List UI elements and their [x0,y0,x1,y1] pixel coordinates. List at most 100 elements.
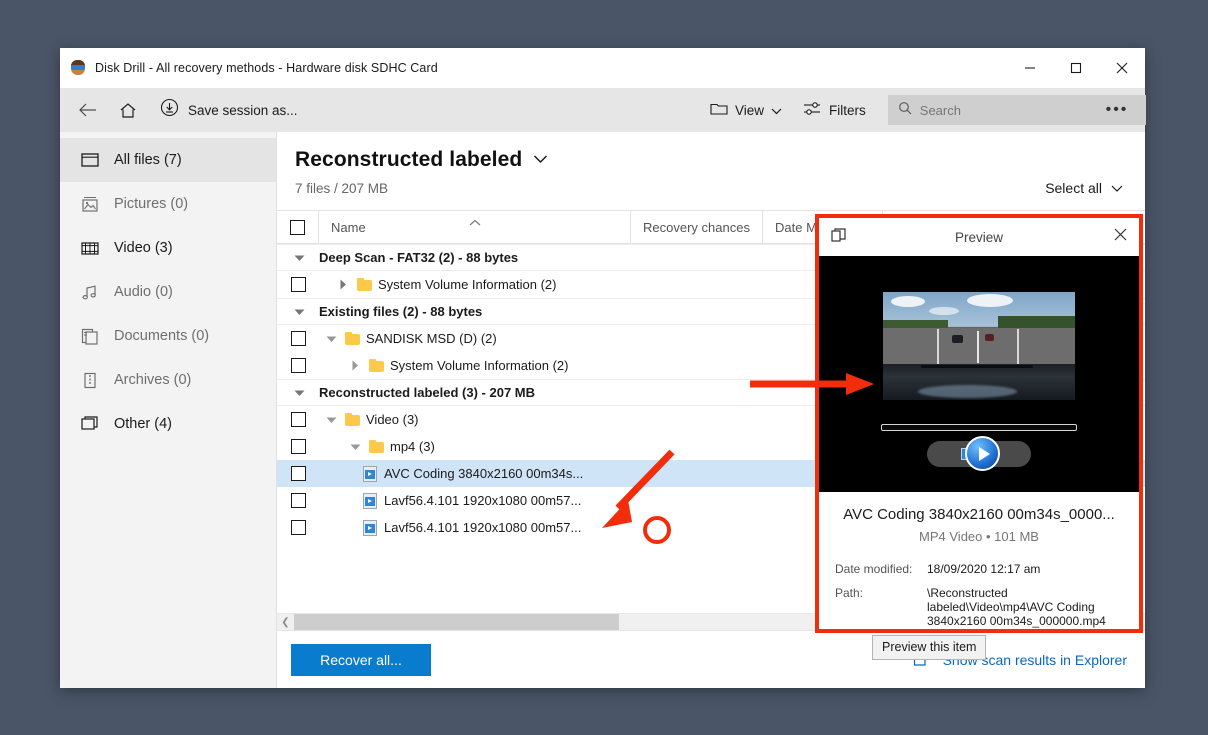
sort-ascending-icon [468,215,482,230]
folder-icon [710,101,728,119]
select-all-label: Select all [1045,180,1102,196]
view-button[interactable]: View [700,92,792,128]
more-options-button[interactable]: ••• [1099,95,1135,125]
metadata-value: \Reconstructed labeled\Video\mp4\AVC Cod… [927,586,1123,628]
sidebar-item-audio[interactable]: Audio (0) [60,270,276,314]
video-seek-bar[interactable] [881,424,1077,431]
home-icon[interactable] [108,92,148,128]
row-checkbox[interactable] [277,412,319,427]
search-placeholder: Search [920,103,961,118]
scrollbar-thumb[interactable] [294,614,619,631]
sidebar-item-label: All files (7) [114,152,182,168]
row-checkbox[interactable] [277,331,319,346]
row-label: AVC Coding 3840x2160 00m34s... [384,466,583,481]
column-header-recovery-chances[interactable]: Recovery chances [631,211,763,243]
twisty-down-icon[interactable] [323,335,339,343]
maximize-button[interactable] [1053,48,1099,88]
twisty-down-icon[interactable] [323,416,339,424]
view-title-row[interactable]: Reconstructed labeled [295,148,1127,172]
row-checkbox[interactable] [277,493,319,508]
row-label: System Volume Information (2) [390,358,568,373]
other-files-icon [80,414,100,434]
preview-title: Preview [819,230,1139,245]
save-session-button[interactable]: Save session as... [152,92,306,128]
music-note-icon [80,282,100,302]
column-header-name[interactable]: Name [319,211,631,243]
preview-filename: AVC Coding 3840x2160 00m34s_0000... [835,506,1123,523]
title-bar: Disk Drill - All recovery methods - Hard… [60,48,1145,88]
row-label: Video (3) [366,412,419,427]
row-label: Lavf56.4.101 1920x1080 00m57... [384,520,581,535]
all-files-icon [80,150,100,170]
twisty-down-icon[interactable] [291,254,307,262]
sidebar-item-label: Pictures (0) [114,196,188,212]
metadata-value: 18/09/2020 12:17 am [927,562,1123,576]
folder-icon [345,332,360,345]
header-select-all-checkbox[interactable] [277,211,319,243]
content-header: Reconstructed labeled 7 files / 207 MB [277,132,1145,196]
picture-icon [80,194,100,214]
preview-file-type-size: MP4 Video • 101 MB [835,529,1123,544]
video-frame-thumbnail [883,292,1075,400]
sidebar-item-label: Archives (0) [114,372,191,388]
minimize-button[interactable] [1007,48,1053,88]
metadata-row-date-modified: Date modified: 18/09/2020 12:17 am [835,562,1123,576]
disk-drill-logo-icon [70,60,86,76]
twisty-down-icon[interactable] [291,389,307,397]
sidebar-item-archives[interactable]: Archives (0) [60,358,276,402]
chevron-down-icon[interactable] [533,151,548,169]
sidebar-item-other[interactable]: Other (4) [60,402,276,446]
filters-label: Filters [829,103,866,118]
close-button[interactable] [1099,48,1145,88]
column-header-label: Name [331,220,366,235]
sidebar-item-label: Documents (0) [114,328,209,344]
twisty-down-icon[interactable] [291,308,307,316]
preview-header: Preview [819,218,1139,256]
annotation-circle-preview-eye [643,516,671,544]
toolbar: Save session as... View [60,88,1145,132]
file-summary: 7 files / 207 MB [295,181,1127,196]
filters-button[interactable]: Filters [792,92,876,128]
tooltip: Preview this item [872,635,986,660]
toolbar-right-group: View Filters [700,88,1146,132]
sidebar-item-documents[interactable]: Documents (0) [60,314,276,358]
close-icon[interactable] [1114,228,1127,246]
footer-bar: Recover all... Show scan results in Expl… [277,630,1145,688]
row-checkbox[interactable] [277,520,319,535]
twisty-right-icon[interactable] [335,279,351,290]
sidebar-item-video[interactable]: Video (3) [60,226,276,270]
back-arrow-icon[interactable] [68,92,108,128]
twisty-right-icon[interactable] [347,360,363,371]
preview-metadata: AVC Coding 3840x2160 00m34s_0000... MP4 … [819,492,1139,629]
row-checkbox[interactable] [277,439,319,454]
row-label: Lavf56.4.101 1920x1080 00m57... [384,493,581,508]
detach-window-icon[interactable] [831,228,847,244]
twisty-down-icon[interactable] [347,443,363,451]
download-circle-icon [160,98,179,122]
row-label: Deep Scan - FAT32 (2) - 88 bytes [319,250,518,265]
metadata-key: Date modified: [835,562,927,576]
sidebar-item-label: Audio (0) [114,284,173,300]
page-title: Reconstructed labeled [295,148,522,172]
folder-icon [345,413,360,426]
metadata-row-path: Path: \Reconstructed labeled\Video\mp4\A… [835,586,1123,628]
column-header-label: Recovery chances [643,220,750,235]
row-checkbox[interactable] [277,466,319,481]
sliders-icon [802,100,822,120]
film-icon [80,238,100,258]
select-all-button[interactable]: Select all [1045,179,1123,197]
chevron-down-icon [771,103,782,118]
recover-all-button[interactable]: Recover all... [291,644,431,676]
archive-icon [80,370,100,390]
row-checkbox[interactable] [277,358,319,373]
play-button-icon[interactable] [965,436,1000,471]
chevron-down-icon [1111,179,1123,197]
sidebar-item-all-files[interactable]: All files (7) [60,138,276,182]
preview-panel: Preview [815,214,1143,633]
row-checkbox[interactable] [277,277,319,292]
sidebar-item-pictures[interactable]: Pictures (0) [60,182,276,226]
row-label: System Volume Information (2) [378,277,556,292]
scroll-left-arrow-icon[interactable]: ❮ [277,617,294,628]
row-label: mp4 (3) [390,439,435,454]
sidebar: All files (7) Pictures (0) [60,132,277,688]
